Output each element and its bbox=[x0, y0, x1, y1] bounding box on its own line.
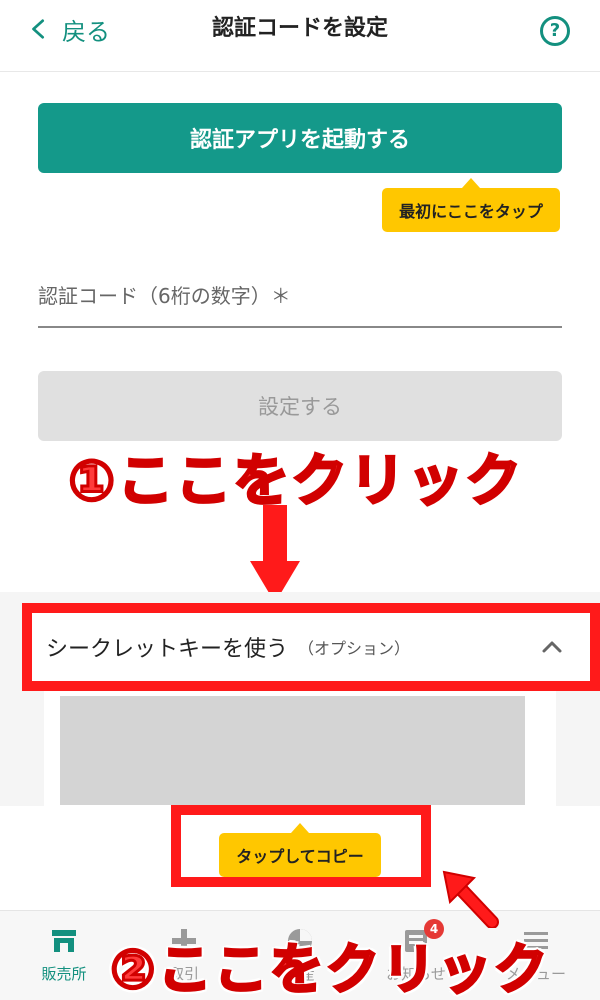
arrow-down-icon bbox=[250, 505, 300, 603]
secret-key-title: シークレットキーを使う bbox=[46, 637, 289, 662]
set-button[interactable]: 設定する bbox=[38, 371, 562, 441]
annotation-step2: ②ここをクリック bbox=[109, 937, 550, 1000]
first-tap-tooltip: 最初にここをタップ bbox=[382, 178, 560, 232]
secret-key-accordion[interactable]: シークレットキーを使う （オプション） bbox=[22, 603, 600, 691]
arrow-up-left-icon bbox=[442, 870, 499, 928]
secret-key-subtitle: （オプション） bbox=[298, 639, 411, 658]
store-icon bbox=[52, 930, 76, 952]
nav-label: 販売所 bbox=[41, 965, 87, 983]
nav-item-store[interactable]: 販売所 bbox=[14, 923, 114, 984]
secret-key-value[interactable] bbox=[60, 696, 525, 805]
code-input[interactable]: 認証コード（6桁の数字）＊ bbox=[38, 280, 291, 309]
chevron-up-icon bbox=[542, 641, 562, 653]
code-input-underline bbox=[38, 326, 562, 328]
help-icon[interactable]: ? bbox=[540, 16, 570, 46]
app-header: 戻る 認証コードを設定 ? bbox=[0, 0, 600, 72]
launch-auth-app-button[interactable]: 認証アプリを起動する bbox=[38, 103, 562, 173]
copy-highlight-frame bbox=[171, 805, 431, 887]
page-title: 認証コードを設定 bbox=[211, 16, 388, 41]
